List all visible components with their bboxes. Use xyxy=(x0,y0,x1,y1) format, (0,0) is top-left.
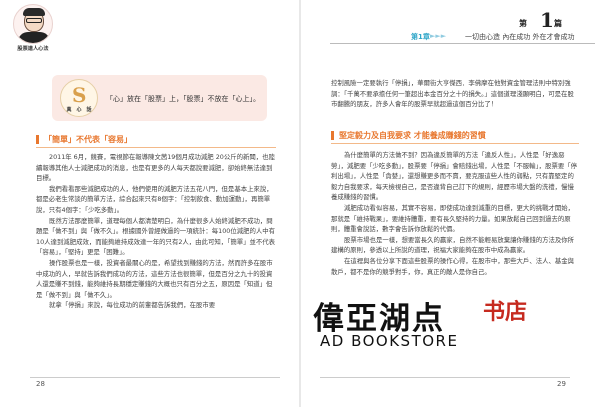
watermark-logo-en: AD BOOKSTORE xyxy=(320,332,459,350)
right-heading-rule xyxy=(331,143,579,144)
paragraph: 在這裡與各位分享下面這些股票的操作心得，在股市中，那些大戶、法人、基金與散戶，都… xyxy=(331,256,575,276)
watermark-logo-accent: 书店 xyxy=(483,299,528,325)
chapter-prefix: 第 xyxy=(519,19,527,28)
paragraph: 控制風險一定要執行「停損」，華爾街大亨傑西．李佛摩在他對資金管理法則中特別強調：… xyxy=(331,79,574,109)
paragraph: 2011年 6月，競賽，電視節在報導陳文茜19個月成功減肥 20公斤的新聞，也陸… xyxy=(36,153,275,183)
left-heading-bar xyxy=(36,135,39,144)
right-page-number: 29 xyxy=(557,380,566,388)
book-spread: 股票達人心法 第 1 篇 第1章 ►►► 一切由心造 內在成功 外在才會成功 S… xyxy=(0,0,600,407)
author-portrait-icon xyxy=(13,4,53,44)
left-footer-rule xyxy=(30,377,280,378)
chapter-suffix: 篇 xyxy=(554,19,562,28)
right-section-heading: 堅定毅力及自我要求 才能養成賺錢的習慣 xyxy=(339,131,486,140)
quote-icon-letter: S xyxy=(72,83,87,107)
paragraph: 操作股票也是一樣，投資者最關心的是，希望找到賺錢的方法，然而許多在股市中成功的人… xyxy=(36,258,273,299)
left-heading-rule xyxy=(36,147,276,148)
right-column-top: 控制風險一定要執行「停損」，華爾街大亨傑西．李佛摩在他對資金管理法則中特別強調：… xyxy=(331,78,579,110)
paragraph: 股票市場也是一樣，想要當長久的贏家，自然不能輕易放棄讓你賺錢的方法及你所建構的原… xyxy=(331,235,575,255)
right-heading-bar xyxy=(331,131,334,140)
chapter-title: 一切由心造 內在成功 外在才會成功 xyxy=(465,33,575,41)
paragraph: 既然方法那麼簡單，道理每個人都清楚明白，為什麼很多人始終減肥不成功，問題是「做不… xyxy=(36,216,276,257)
header-rule xyxy=(330,43,595,44)
paragraph: 我們看看那些減肥成功的人，他們使用的減肥方法五花八門，但是基本上來說，都是必老生… xyxy=(36,184,273,214)
left-section-heading: 「簡單」不代表「容易」 xyxy=(44,135,132,144)
chapter-number: 1 xyxy=(540,8,554,32)
paragraph: 減肥成功看似容易，其實不容易，即使成功達到減重的目標，更大的挑戰才開始，那就是「… xyxy=(331,203,575,234)
right-footer-rule xyxy=(320,377,570,378)
chapter-label: 第1章 xyxy=(411,33,430,41)
left-page-number: 28 xyxy=(36,380,45,388)
author-badge: 股票達人心法 xyxy=(5,4,61,60)
author-caption: 股票達人心法 xyxy=(17,46,49,52)
paragraph: 為什麼簡單的方法做不到？因為違反簡單的方法「違反人性」，人性是「好逸惡勞」，減肥… xyxy=(331,151,578,202)
paragraph: 就拿「停損」來說，每位成功的前輩都告訴我們，在股市要 xyxy=(49,301,216,310)
page-gutter xyxy=(299,0,301,407)
right-column: 為什麼簡單的方法做不到？因為違反簡單的方法「違反人性」，人性是「好逸惡勞」，減肥… xyxy=(331,150,579,277)
chapter-arrows-icon: ►►► xyxy=(430,32,447,40)
quote-text: 「心」放在「股票」上，「股票」不放在「心上」。 xyxy=(106,95,260,103)
left-column: 2011年 6月，競賽，電視節在報導陳文茜19個月成功減肥 20公斤的新聞，也陸… xyxy=(36,152,276,311)
quote-icon-caption: 真 心 話 xyxy=(66,107,92,113)
